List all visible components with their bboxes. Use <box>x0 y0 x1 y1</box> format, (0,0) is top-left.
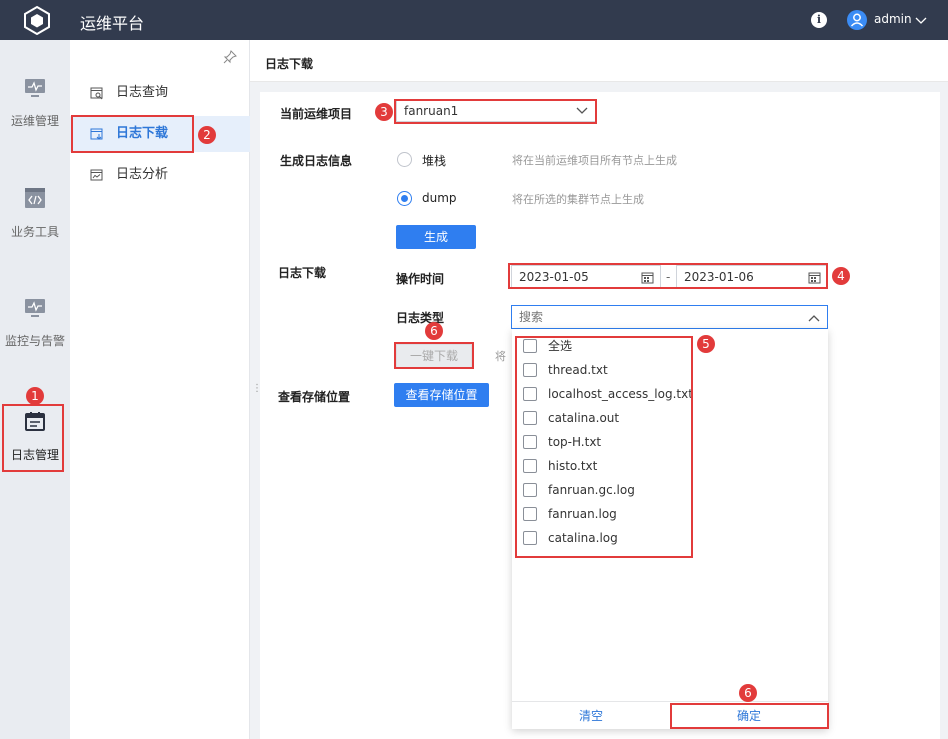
option-fanruan-gc-log[interactable]: fanruan.gc.log <box>512 478 828 502</box>
checkbox[interactable] <box>523 435 537 449</box>
subnav-label: 日志下载 <box>116 126 169 141</box>
gen-log-label: 生成日志信息 <box>280 154 353 168</box>
monitor-icon <box>25 79 45 97</box>
project-select-value: fanruan1 <box>404 104 459 118</box>
date-start-value: 2023-01-05 <box>519 270 589 284</box>
checkbox[interactable] <box>523 387 537 401</box>
annotation-badge-5: 5 <box>697 335 715 353</box>
chevron-down-icon[interactable] <box>914 13 928 27</box>
log-type-select[interactable] <box>511 305 828 329</box>
option-localhost-access-log[interactable]: localhost_access_log.txt <box>512 382 828 406</box>
option-catalina-out[interactable]: catalina.out <box>512 406 828 430</box>
rail-label: 业务工具 <box>10 225 59 239</box>
subnav-label: 日志查询 <box>116 85 169 100</box>
option-label: fanruan.gc.log <box>548 483 635 497</box>
option-label: catalina.log <box>548 531 618 545</box>
generate-button[interactable]: 生成 <box>396 225 476 249</box>
annotation-badge-4: 4 <box>832 267 850 285</box>
confirm-button[interactable]: 确定 <box>670 702 828 730</box>
checkbox[interactable] <box>523 459 537 473</box>
log-download-icon <box>90 128 103 140</box>
clear-button[interactable]: 清空 <box>512 702 670 730</box>
calendar-icon[interactable] <box>641 271 654 284</box>
checkbox[interactable] <box>523 483 537 497</box>
top-bar: 运维平台 i admin <box>0 0 948 40</box>
date-start-input[interactable]: 2023-01-05 <box>511 265 661 289</box>
code-window-icon <box>25 188 45 208</box>
radio-stack[interactable] <box>397 152 412 167</box>
user-avatar-icon[interactable] <box>847 10 867 30</box>
rail-label: 日志管理 <box>10 448 59 462</box>
rail-label: 监控与告警 <box>4 334 65 348</box>
alarm-monitor-icon <box>25 299 45 317</box>
calendar-icon[interactable] <box>808 271 821 284</box>
download-hint: 将 <box>495 350 506 363</box>
rail-item-log-management[interactable]: 日志管理 <box>0 410 70 463</box>
option-label: thread.txt <box>548 363 608 377</box>
radio-dump[interactable] <box>397 191 412 206</box>
log-download-label: 日志下载 <box>278 266 327 280</box>
project-label: 当前运维项目 <box>280 107 353 121</box>
annotation-badge-1: 1 <box>26 387 44 405</box>
annotation-badge-2: 2 <box>198 126 216 144</box>
project-select[interactable]: fanruan1 <box>396 100 596 122</box>
dropdown-footer: 清空 确定 <box>512 701 828 729</box>
radio-stack-label: 堆栈 <box>422 154 447 168</box>
option-fanruan-log[interactable]: fanruan.log <box>512 502 828 526</box>
option-top-h-txt[interactable]: top-H.txt <box>512 430 828 454</box>
sub-nav: 日志查询 日志下载 日志分析 <box>70 40 250 739</box>
option-histo-txt[interactable]: histo.txt <box>512 454 828 478</box>
chevron-up-icon <box>808 315 820 322</box>
subnav-label: 日志分析 <box>116 167 169 182</box>
view-storage-button[interactable]: 查看存储位置 <box>394 383 489 407</box>
annotation-badge-6a: 6 <box>425 322 443 340</box>
subnav-item-log-analysis[interactable]: 日志分析 <box>70 157 250 193</box>
subnav-item-log-query[interactable]: 日志查询 <box>70 75 250 111</box>
one-click-download-button[interactable]: 一键下载 <box>396 344 472 368</box>
checkbox[interactable] <box>523 339 537 353</box>
date-end-input[interactable]: 2023-01-06 <box>676 265 828 289</box>
checkbox[interactable] <box>523 411 537 425</box>
storage-label: 查看存储位置 <box>278 390 351 404</box>
log-analysis-icon <box>90 169 103 181</box>
rail-label: 运维管理 <box>10 114 59 128</box>
rail-item-tools[interactable]: 业务工具 <box>0 187 70 240</box>
annotation-badge-3: 3 <box>375 103 393 121</box>
user-name[interactable]: admin <box>874 12 912 26</box>
option-label: catalina.out <box>548 411 620 425</box>
checkbox[interactable] <box>523 531 537 545</box>
radio-dump-desc: 将在所选的集群节点上生成 <box>512 193 644 206</box>
pin-icon[interactable] <box>223 50 237 64</box>
chevron-down-icon <box>576 107 588 114</box>
option-thread-txt[interactable]: thread.txt <box>512 358 828 382</box>
app-title: 运维平台 <box>80 14 145 33</box>
rail-item-ops[interactable]: 运维管理 <box>0 78 70 129</box>
option-label: histo.txt <box>548 459 598 473</box>
option-catalina-log[interactable]: catalina.log <box>512 526 828 550</box>
annotation-badge-6b: 6 <box>739 684 757 702</box>
checkbox[interactable] <box>523 507 537 521</box>
app-logo-icon <box>24 5 50 35</box>
log-type-dropdown: 全选 thread.txt localhost_access_log.txt c… <box>512 329 828 729</box>
checkbox[interactable] <box>523 363 537 377</box>
option-label: top-H.txt <box>548 435 602 449</box>
date-separator: - <box>666 270 671 284</box>
page-title: 日志下载 <box>265 57 314 71</box>
date-end-value: 2023-01-06 <box>684 270 754 284</box>
page-header: 日志下载 <box>250 40 948 82</box>
option-label: 全选 <box>548 339 573 353</box>
option-select-all[interactable]: 全选 <box>512 334 828 358</box>
option-label: localhost_access_log.txt <box>548 387 693 401</box>
log-search-icon <box>90 87 103 100</box>
radio-dump-label: dump <box>422 191 457 205</box>
log-type-search-input[interactable] <box>519 310 769 324</box>
log-calendar-icon <box>25 412 45 431</box>
option-label: fanruan.log <box>548 507 617 521</box>
info-icon[interactable]: i <box>811 12 827 28</box>
subnav-item-log-download[interactable]: 日志下载 <box>70 116 250 152</box>
time-label: 操作时间 <box>396 272 445 286</box>
radio-stack-desc: 将在当前运维项目所有节点上生成 <box>512 154 677 167</box>
rail-item-monitor-alarm[interactable]: 监控与告警 <box>0 298 70 349</box>
